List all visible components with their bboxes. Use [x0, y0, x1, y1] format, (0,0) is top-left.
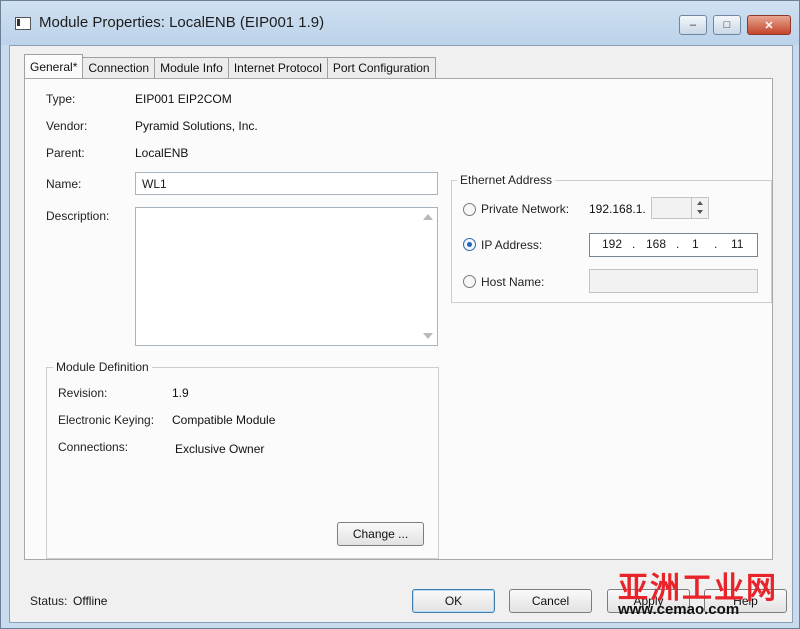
- ok-button[interactable]: OK: [412, 589, 495, 613]
- module-definition-title: Module Definition: [53, 360, 152, 374]
- description-label: Description:: [46, 209, 110, 223]
- scroll-down-arrow-icon[interactable]: [423, 333, 433, 339]
- spinner-up-icon[interactable]: [697, 201, 703, 205]
- name-input[interactable]: WL1: [135, 172, 438, 195]
- ip-octet-2: 168: [646, 237, 667, 251]
- ip-address-radio[interactable]: [463, 238, 476, 251]
- tab-strip: General* Connection Module Info Internet…: [24, 54, 436, 79]
- spinner-down-icon[interactable]: [697, 210, 703, 214]
- host-name-input[interactable]: [589, 269, 758, 293]
- ip-address-input[interactable]: 192 . 168 . 1 . 11: [589, 233, 758, 257]
- vendor-value: Pyramid Solutions, Inc.: [135, 119, 258, 133]
- revision-label: Revision:: [58, 386, 108, 400]
- description-textarea[interactable]: [135, 207, 438, 346]
- maximize-button[interactable]: □: [713, 15, 741, 35]
- host-name-label[interactable]: Host Name:: [481, 275, 544, 289]
- connections-label: Connections:: [58, 440, 129, 454]
- cancel-button[interactable]: Cancel: [509, 589, 592, 613]
- private-network-octet-spinner[interactable]: [651, 197, 709, 219]
- ip-octet-3: 1: [692, 237, 699, 251]
- ip-address-label[interactable]: IP Address:: [481, 238, 542, 252]
- name-label: Name:: [46, 177, 82, 191]
- ip-dot-2: .: [676, 237, 680, 251]
- parent-label: Parent:: [46, 146, 85, 160]
- watermark: 亚洲工业网 www.cemao.com: [618, 563, 793, 625]
- name-input-value: WL1: [142, 177, 167, 191]
- watermark-url: www.cemao.com: [618, 601, 740, 618]
- private-network-radio[interactable]: [463, 203, 476, 216]
- electronic-keying-value: Compatible Module: [172, 413, 276, 427]
- vendor-label: Vendor:: [46, 119, 88, 133]
- status-value: Offline: [73, 594, 108, 608]
- scroll-up-arrow-icon[interactable]: [423, 214, 433, 220]
- tab-internet-protocol[interactable]: Internet Protocol: [227, 57, 328, 78]
- tab-connection[interactable]: Connection: [82, 57, 156, 78]
- change-button[interactable]: Change ...: [337, 522, 424, 546]
- status-label: Status:: [30, 594, 68, 608]
- tab-general[interactable]: General*: [24, 54, 84, 78]
- parent-value: LocalENB: [135, 146, 189, 160]
- app-icon: [15, 17, 31, 30]
- window-title: Module Properties: LocalENB (EIP001 1.9): [39, 14, 325, 31]
- type-value: EIP001 EIP2COM: [135, 92, 232, 106]
- private-network-prefix: 192.168.1.: [589, 202, 646, 216]
- close-button[interactable]: ✕: [747, 15, 791, 35]
- tab-module-info[interactable]: Module Info: [154, 57, 229, 78]
- title-bar[interactable]: Module Properties: LocalENB (EIP001 1.9)…: [1, 1, 799, 45]
- spinner-buttons[interactable]: [691, 198, 708, 218]
- ethernet-address-title: Ethernet Address: [457, 173, 556, 187]
- ip-dot-3: .: [714, 237, 718, 251]
- private-network-label[interactable]: Private Network:: [481, 202, 569, 216]
- ip-octet-1: 192: [602, 237, 623, 251]
- host-name-radio[interactable]: [463, 275, 476, 288]
- type-label: Type:: [46, 92, 76, 106]
- tab-port-configuration[interactable]: Port Configuration: [326, 57, 436, 78]
- revision-value: 1.9: [172, 386, 189, 400]
- connections-value: Exclusive Owner: [175, 442, 265, 456]
- electronic-keying-label: Electronic Keying:: [58, 413, 155, 427]
- ip-dot-1: .: [632, 237, 636, 251]
- ip-octet-4: 11: [731, 237, 744, 251]
- minimize-button[interactable]: –: [679, 15, 707, 35]
